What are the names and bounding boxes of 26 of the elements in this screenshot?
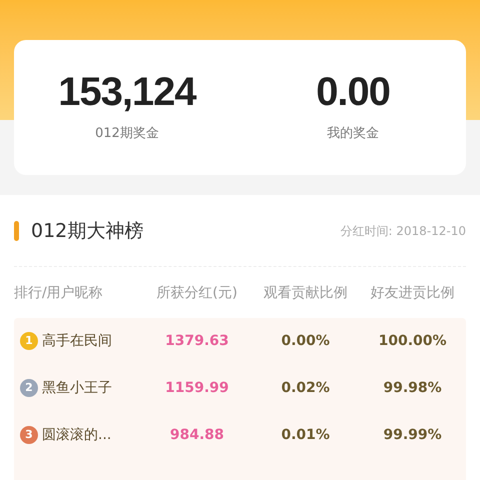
medal-icon: 1 xyxy=(20,332,38,350)
friend-ratio: 99.99% xyxy=(382,426,443,444)
user-name: 高手在民间 xyxy=(42,332,112,350)
board-title: 012期大神榜 xyxy=(31,219,144,244)
column-header: 观看贡献比例 xyxy=(262,284,348,302)
watch-ratio: 0.02% xyxy=(280,378,331,398)
column-header: 排行/用户昵称 xyxy=(14,284,104,302)
amount-value: 0.00 xyxy=(316,72,390,112)
amount-label: 我的奖金 xyxy=(327,124,379,143)
friend-ratio: 99.98% xyxy=(382,378,443,398)
medal-icon: 3 xyxy=(20,426,38,444)
amount-value: 153,124 xyxy=(58,72,196,112)
friend-ratio: 100.00% xyxy=(377,332,448,350)
accent-bar xyxy=(14,221,19,242)
user-name: 圆滚滚的... xyxy=(42,426,112,444)
watch-ratio: 0.00% xyxy=(280,332,331,350)
bonus-amount: 1379.63 xyxy=(164,332,230,350)
column-header: 好友进贡比例 xyxy=(370,284,456,302)
medal-icon: 2 xyxy=(20,379,38,397)
user-name: 黑鱼小王子 xyxy=(42,378,112,398)
bonus-amount: 1159.99 xyxy=(164,378,230,398)
bonus-amount: 984.88 xyxy=(168,426,226,444)
column-header: 所获分红(元) xyxy=(156,284,238,302)
amount-label: 012期奖金 xyxy=(95,124,159,143)
watch-ratio: 0.01% xyxy=(280,426,331,444)
payout-date: 分红时间: 2018-12-10 xyxy=(340,223,466,240)
